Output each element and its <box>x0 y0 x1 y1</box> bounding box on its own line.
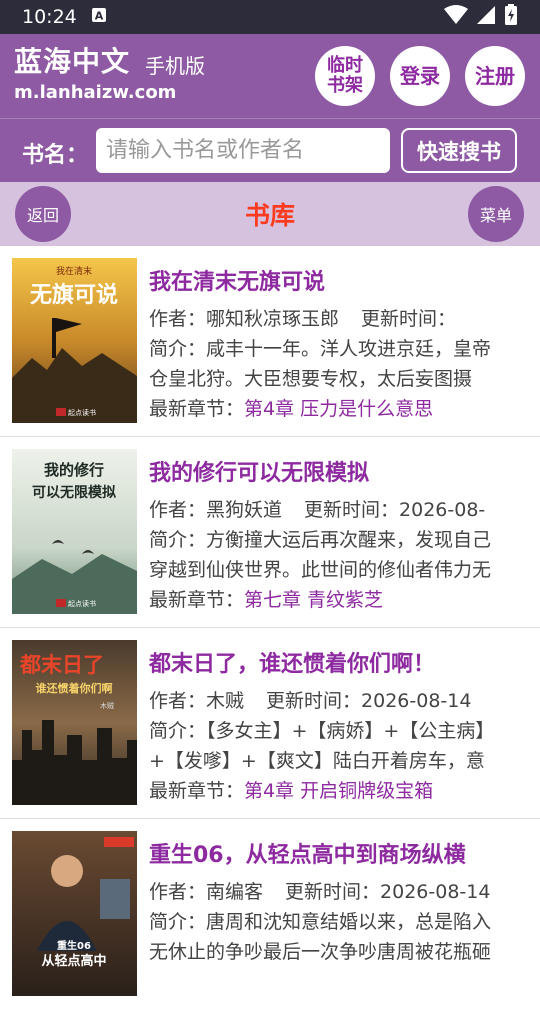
book-author: 南编客 <box>206 881 264 903</box>
menu-button[interactable]: 菜单 <box>468 186 524 242</box>
search-bar: 书名： 快速搜书 <box>0 118 540 182</box>
author-label: 作者： <box>149 690 207 712</box>
temp-bookshelf-label: 临时 书架 <box>327 56 363 96</box>
latest-label: 最新章节： <box>149 780 245 802</box>
cover-text: 重生06 <box>57 939 91 952</box>
book-cover[interactable]: 重生06 从轻点高中 <box>12 831 137 996</box>
book-intro-line2: +【发嗲】+【爽文】陆白开着房车，意 <box>149 750 485 772</box>
book-author: 木贼 <box>206 690 245 712</box>
cover-badge: 起点读书 <box>68 599 96 608</box>
book-intro-line1: 简介：【多女主】+【病娇】+【公主病】 <box>149 716 529 743</box>
battery-icon <box>504 3 518 31</box>
book-item[interactable]: 我在清末 无旗可说 起点读书 我在清末无旗可说 作者：哪知秋凉琢玉郎 更新时间： … <box>0 246 540 437</box>
book-update-time: 2026-08- <box>399 499 486 521</box>
book-intro-line1: 简介：方衡撞大运后再次醒来，发现自己 <box>149 525 529 552</box>
book-intro-line2: 穿越到仙侠世界。此世间的修仙者伟力无 <box>149 559 492 581</box>
search-label: 书名： <box>22 143 89 168</box>
sub-navigation: 返回 书库 菜单 <box>0 182 540 246</box>
book-intro: 唐周和沈知意结婚以来，总是陷入 <box>206 911 492 933</box>
latest-chapter-link[interactable]: 第七章 青纹紫芝 <box>244 589 383 611</box>
book-author: 哪知秋凉琢玉郎 <box>206 308 340 330</box>
svg-text:A: A <box>95 10 104 23</box>
site-logo-title[interactable]: 蓝海中文 <box>14 40 130 80</box>
quick-search-button[interactable]: 快速搜书 <box>401 128 517 173</box>
book-latest-line: 最新章节：第4章 开启铜牌级宝箱 <box>149 776 529 803</box>
search-input[interactable] <box>96 128 390 173</box>
book-cover[interactable]: 都末日了 谁还惯着你们啊 木贼 <box>12 640 137 805</box>
cover-badge: 起点读书 <box>68 408 96 417</box>
book-author-line: 作者：木贼 更新时间：2026-08-14 <box>149 686 529 713</box>
book-item[interactable]: 重生06 从轻点高中 重生06，从轻点高中到商场纵横 作者：南编客 更新时间：20… <box>0 819 540 1009</box>
intro-label: 简介： <box>149 720 207 742</box>
intro-label: 简介： <box>149 338 207 360</box>
book-update-time: 2026-08-14 <box>361 690 472 712</box>
book-intro: 咸丰十一年。洋人攻进京廷，皇帝 <box>206 338 492 360</box>
book-item[interactable]: 我的修行 可以无限模拟 起点读书 我的修行可以无限模拟 作者：黑狗妖道 更新时间：… <box>0 437 540 628</box>
site-url: m.lanhaizw.com <box>14 82 177 103</box>
book-item[interactable]: 都末日了 谁还惯着你们啊 木贼 都末日了，谁还惯着你们啊！ 作者：木贼 更新时间：… <box>0 628 540 819</box>
book-latest-line: 最新章节：第七章 青纹紫芝 <box>149 585 529 612</box>
wifi-icon <box>444 4 468 30</box>
cover-title: 谁还惯着你们啊 <box>36 681 113 695</box>
page-title: 书库 <box>244 201 295 230</box>
book-author: 黑狗妖道 <box>206 499 283 521</box>
cover-badge: 木贼 <box>100 701 114 710</box>
site-logo-subtitle: 手机版 <box>145 54 205 78</box>
book-cover[interactable]: 我在清末 无旗可说 起点读书 <box>12 258 137 423</box>
latest-label: 最新章节： <box>149 398 245 420</box>
temp-bookshelf-label-line1: 临时 <box>327 55 363 76</box>
notification-icon: A <box>91 6 107 28</box>
latest-chapter-link[interactable]: 第4章 压力是什么意思 <box>244 398 433 420</box>
book-author-line: 作者：哪知秋凉琢玉郎 更新时间： <box>149 304 529 331</box>
cover-title: 从轻点高中 <box>41 953 106 969</box>
signal-icon <box>476 5 496 30</box>
book-title[interactable]: 重生06，从轻点高中到商场纵横 <box>149 837 466 869</box>
register-button[interactable]: 注册 <box>465 46 525 106</box>
cover-title: 无旗可说 <box>30 282 118 308</box>
status-time: 10:24 <box>22 6 77 28</box>
book-title[interactable]: 我的修行可以无限模拟 <box>149 455 369 487</box>
book-intro-line1: 简介：唐周和沈知意结婚以来，总是陷入 <box>149 907 529 934</box>
book-intro-line2: 仓皇北狩。大臣想要专权，太后妄图摄 <box>149 368 473 390</box>
latest-label: 最新章节： <box>149 589 245 611</box>
cover-text: 我的修行 <box>44 461 104 479</box>
book-cover[interactable]: 我的修行 可以无限模拟 起点读书 <box>12 449 137 614</box>
book-intro: 【多女主】+【病娇】+【公主病】 <box>206 720 495 742</box>
temp-bookshelf-button[interactable]: 临时 书架 <box>315 46 375 106</box>
book-intro: 方衡撞大运后再次醒来，发现自己 <box>206 529 492 551</box>
book-update-time: 2026-08-14 <box>380 881 491 903</box>
site-header: 蓝海中文 手机版 m.lanhaizw.com 临时 书架 登录 注册 <box>0 34 540 118</box>
book-list: 我在清末 无旗可说 起点读书 我在清末无旗可说 作者：哪知秋凉琢玉郎 更新时间： … <box>0 246 540 1009</box>
cover-text: 都末日了 <box>19 653 104 677</box>
update-label: 更新时间： <box>285 881 381 903</box>
status-bar: 10:24 A <box>0 0 540 34</box>
temp-bookshelf-label-line2: 书架 <box>327 75 363 96</box>
book-author-line: 作者：黑狗妖道 更新时间：2026-08- <box>149 495 529 522</box>
intro-label: 简介： <box>149 911 207 933</box>
author-label: 作者： <box>149 499 207 521</box>
cover-title: 可以无限模拟 <box>32 484 116 501</box>
author-label: 作者： <box>149 881 207 903</box>
book-intro-line1: 简介：咸丰十一年。洋人攻进京廷，皇帝 <box>149 334 529 361</box>
latest-chapter-link[interactable]: 第4章 开启铜牌级宝箱 <box>244 780 433 802</box>
book-latest-line: 最新章节：第4章 压力是什么意思 <box>149 394 529 421</box>
update-label: 更新时间： <box>361 308 457 330</box>
cover-text: 我在清末 <box>56 265 92 277</box>
update-label: 更新时间： <box>304 499 400 521</box>
update-label: 更新时间： <box>266 690 362 712</box>
login-button[interactable]: 登录 <box>390 46 450 106</box>
book-title[interactable]: 我在清末无旗可说 <box>149 264 325 296</box>
intro-label: 简介： <box>149 529 207 551</box>
book-author-line: 作者：南编客 更新时间：2026-08-14 <box>149 877 529 904</box>
book-title[interactable]: 都末日了，谁还惯着你们啊！ <box>149 646 435 678</box>
author-label: 作者： <box>149 308 207 330</box>
